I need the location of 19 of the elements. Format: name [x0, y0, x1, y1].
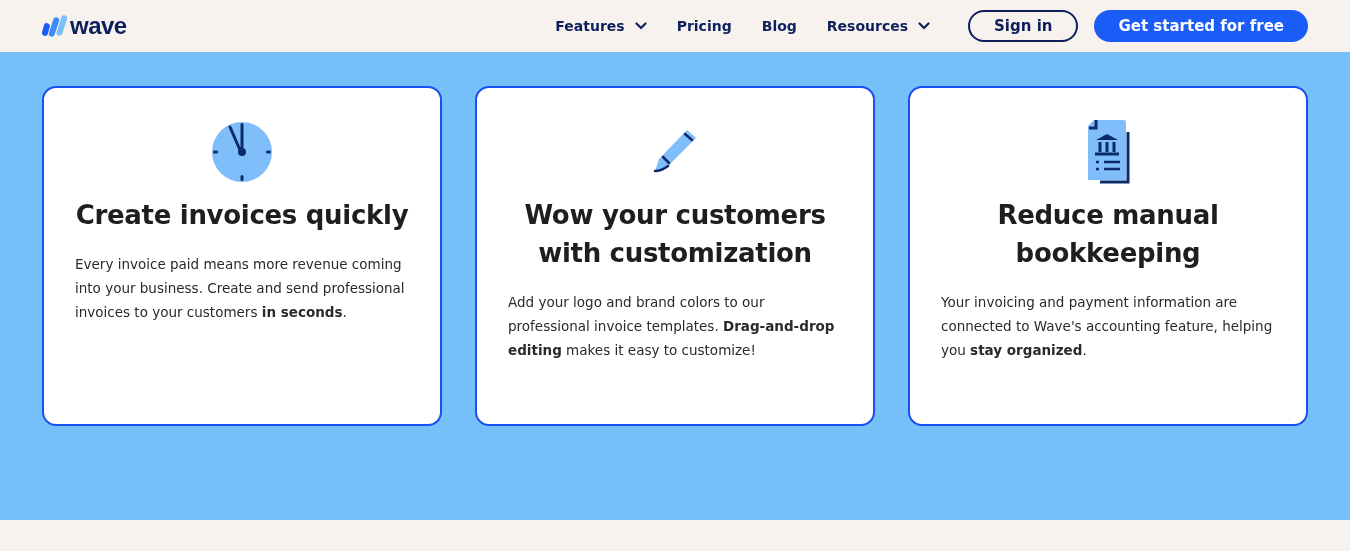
bank-document-icon	[1086, 118, 1130, 184]
card-title: Create invoices quickly	[75, 199, 409, 232]
chevron-down-icon	[634, 22, 647, 30]
clock-icon	[211, 119, 273, 183]
card-description: Every invoice paid means more revenue coming into your business. Create and send professional invoices to your customers in seconds.	[75, 255, 406, 322]
card-description: Add your logo and brand colors to our professional invoice templates. Drag-and-drop editing makes it easy to customize!	[508, 293, 836, 360]
sign-in-button[interactable]: Sign in	[968, 10, 1079, 42]
card-title: Wow your customers with customization	[523, 199, 827, 270]
nav-link[interactable]: Features	[555, 18, 647, 34]
card-title: Reduce manual bookkeeping	[996, 199, 1220, 270]
chevron-down-icon	[918, 22, 931, 30]
nav-link[interactable]: Pricing	[676, 18, 732, 34]
card-description: Your invoicing and payment information are connected to Wave's accounting feature, helping you stay organized.	[941, 293, 1274, 360]
logo-icon[interactable]	[42, 14, 68, 38]
pencil-icon	[651, 127, 699, 175]
get-started-button[interactable]: Get started for free	[1094, 10, 1308, 42]
nav-link[interactable]: Blog	[761, 18, 797, 34]
logo-wordmark[interactable]: wave	[70, 12, 127, 40]
nav-link[interactable]: Resources	[826, 18, 931, 34]
